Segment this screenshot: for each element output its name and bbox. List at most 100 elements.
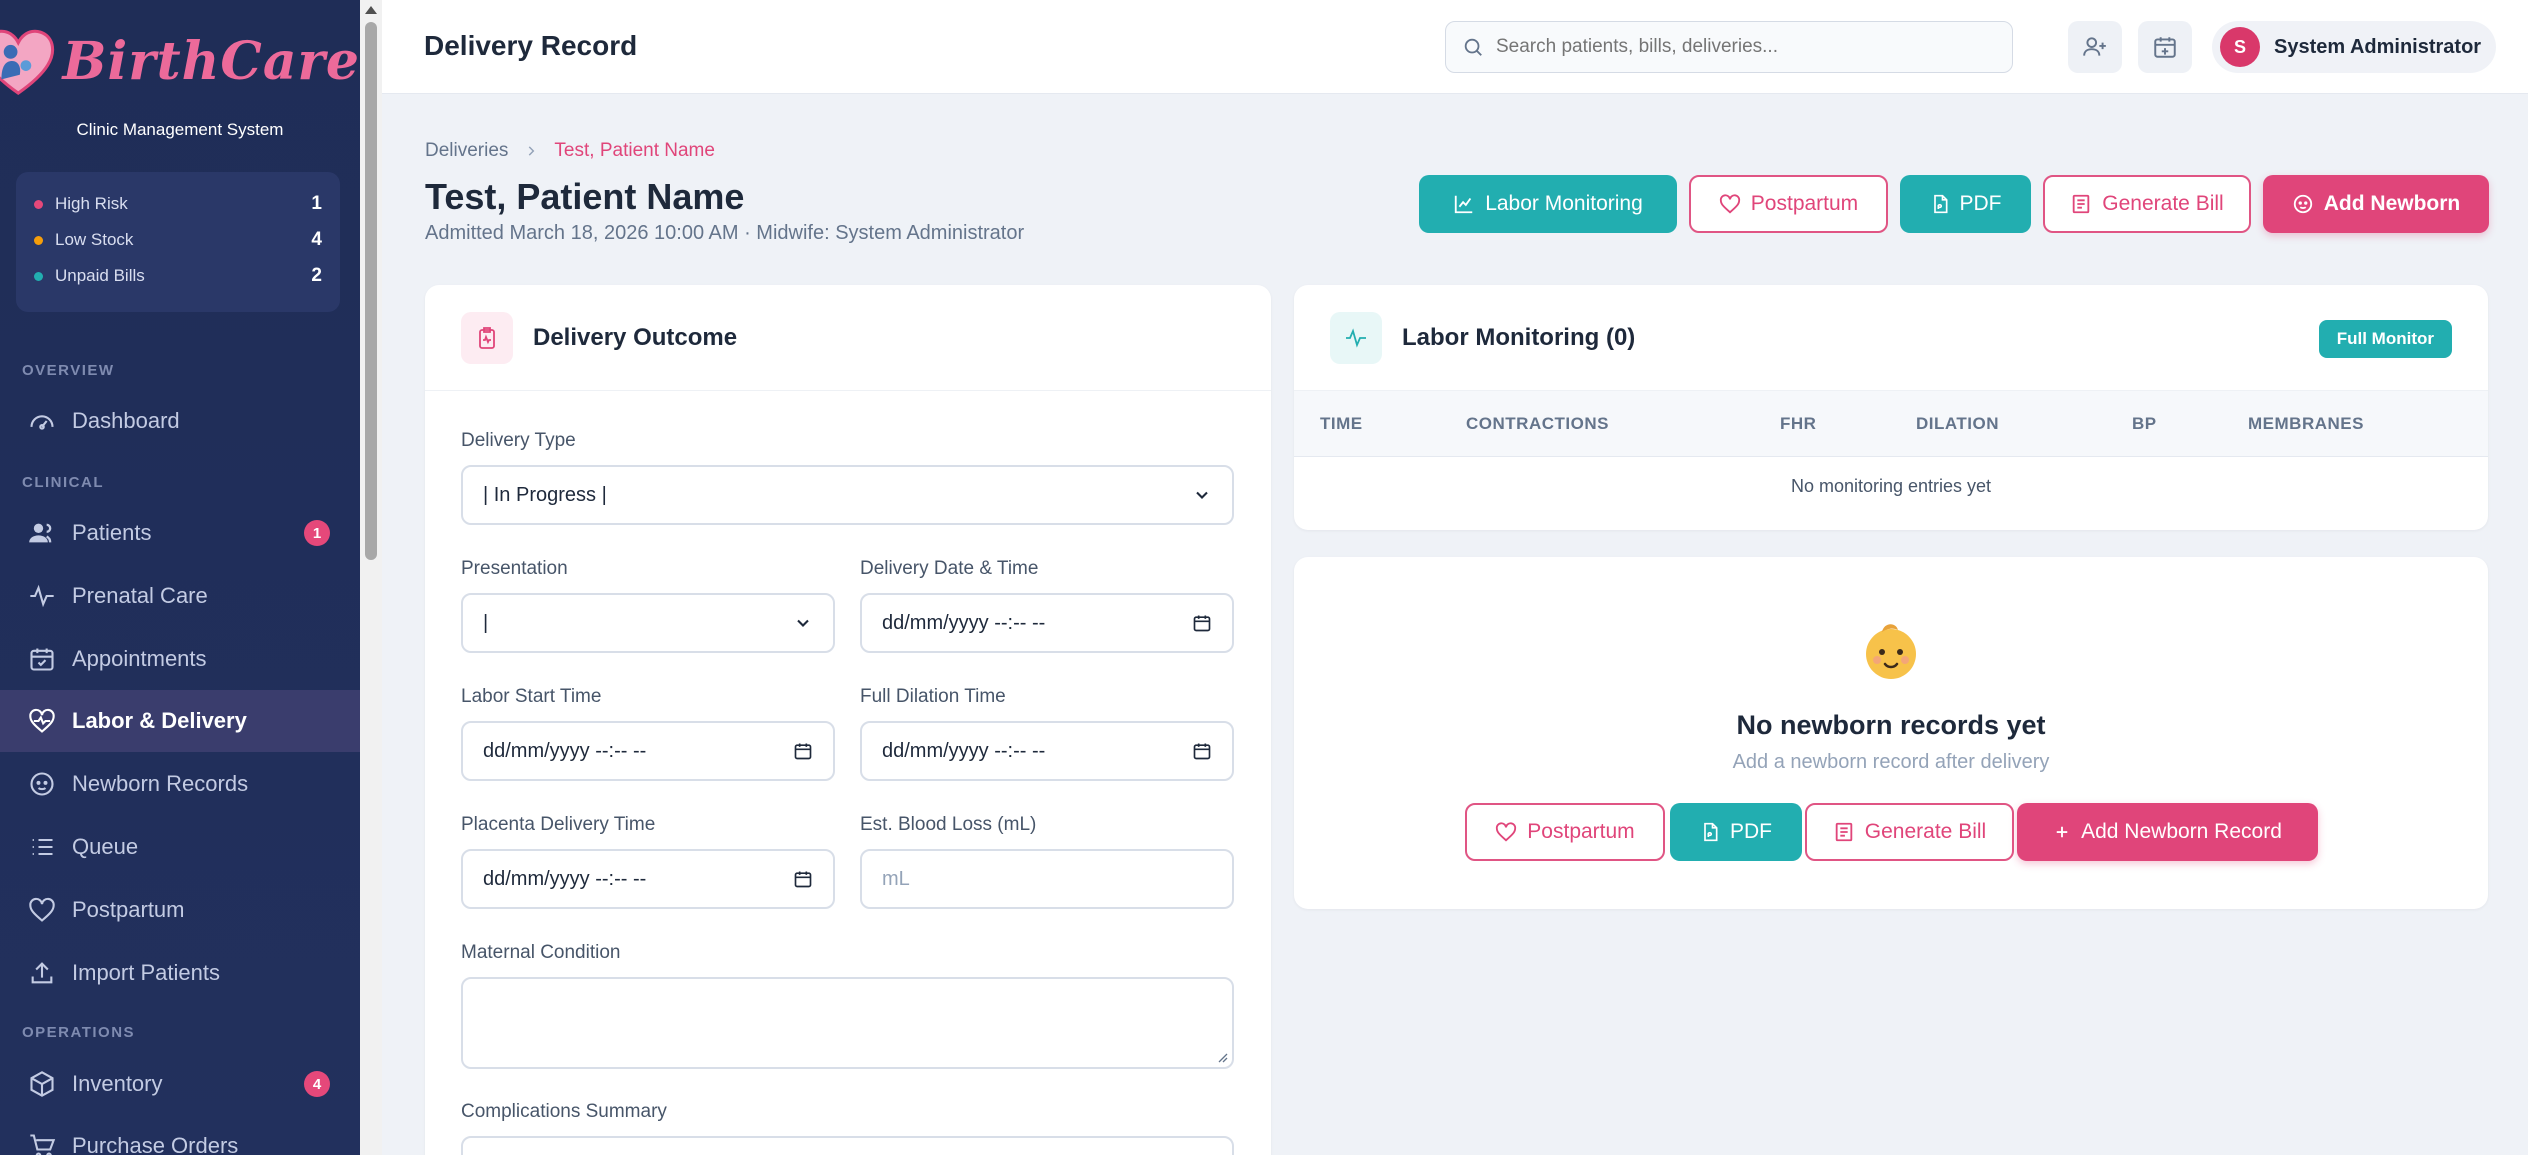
- breadcrumb-deliveries-link[interactable]: Deliveries: [425, 140, 508, 162]
- sidebar-item-appointments[interactable]: Appointments: [0, 628, 360, 690]
- table-header: TIME CONTRACTIONS FHR DILATION BP MEMBRA…: [1294, 391, 2488, 457]
- sidebar-item-labor-delivery[interactable]: Labor & Delivery: [0, 690, 360, 752]
- alert-unpaid-bills[interactable]: Unpaid Bills 2: [34, 258, 322, 294]
- generate-bill-button[interactable]: Generate Bill: [2043, 175, 2251, 233]
- sidebar-item-postpartum[interactable]: Postpartum: [0, 879, 360, 941]
- sidebar-item-purchase-orders[interactable]: Purchase Orders: [0, 1115, 360, 1155]
- scroll-thumb[interactable]: [365, 22, 377, 560]
- calendar-icon[interactable]: [793, 869, 813, 889]
- alert-count: 4: [311, 229, 322, 250]
- input-placeholder: mL: [882, 867, 910, 890]
- nav-section-clinical: CLINICAL: [22, 474, 104, 491]
- heart-icon: [29, 897, 55, 922]
- sidebar-scrollbar[interactable]: [360, 0, 382, 1155]
- placenta-delivery-input[interactable]: dd/mm/yyyy --:-- --: [461, 849, 835, 909]
- sidebar-item-label: Queue: [72, 834, 139, 859]
- add-patient-button[interactable]: [2068, 21, 2122, 73]
- labor-start-input[interactable]: dd/mm/yyyy --:-- --: [461, 721, 835, 781]
- newborn-pdf-button[interactable]: PDF: [1670, 803, 1802, 861]
- labor-start-label: Labor Start Time: [461, 686, 602, 707]
- list-icon: [32, 838, 53, 856]
- sidebar-item-label: Inventory: [72, 1071, 163, 1096]
- sidebar-item-label: Appointments: [72, 646, 207, 671]
- sidebar-item-prenatal-care[interactable]: Prenatal Care: [0, 565, 360, 627]
- sidebar-item-label: Dashboard: [72, 408, 180, 433]
- postpartum-button[interactable]: Postpartum: [1689, 175, 1888, 233]
- full-monitor-button[interactable]: Full Monitor: [2318, 320, 2452, 358]
- column-header: TIME: [1320, 414, 1363, 433]
- nav-section-operations: OPERATIONS: [22, 1024, 136, 1041]
- pdf-button[interactable]: PDF: [1900, 175, 2031, 233]
- sidebar-item-label: Import Patients: [72, 960, 220, 985]
- resize-handle-icon[interactable]: [1216, 1051, 1228, 1063]
- calendar-check-icon: [30, 648, 54, 671]
- select-value: | In Progress |: [483, 483, 607, 506]
- baby-face-icon: [30, 772, 54, 796]
- upload-icon: [31, 962, 53, 984]
- alert-high-risk[interactable]: High Risk 1: [34, 186, 322, 222]
- activity-icon: [1346, 327, 1366, 348]
- patient-admission-info: Admitted March 18, 2026 10:00 AM · Midwi…: [425, 222, 1025, 244]
- full-dilation-label: Full Dilation Time: [860, 686, 1006, 707]
- labor-monitoring-button[interactable]: Labor Monitoring: [1419, 175, 1677, 233]
- complications-textarea[interactable]: [461, 1136, 1234, 1155]
- breadcrumb: Deliveries Test, Patient Name: [425, 140, 715, 162]
- scroll-up-arrow-icon[interactable]: [360, 0, 382, 20]
- user-menu[interactable]: S System Administrator: [2212, 21, 2496, 73]
- blood-loss-label: Est. Blood Loss (mL): [860, 814, 1037, 835]
- clipboard-pulse-icon: [479, 326, 495, 349]
- card-icon-wrap: [461, 311, 513, 364]
- add-newborn-button[interactable]: Add Newborn: [2263, 175, 2489, 233]
- add-newborn-record-button[interactable]: Add Newborn Record: [2017, 803, 2318, 861]
- heart-icon: [1496, 822, 1517, 842]
- full-dilation-input[interactable]: dd/mm/yyyy --:-- --: [860, 721, 1234, 781]
- delivery-datetime-label: Delivery Date & Time: [860, 558, 1039, 579]
- newborn-empty-subtitle: Add a newborn record after delivery: [1732, 751, 2050, 773]
- brand-logo[interactable]: BirthCare Clinic Management System: [0, 0, 360, 150]
- card-header: Labor Monitoring (0) Full Monitor: [1294, 285, 2488, 391]
- baby-emoji-icon: [1866, 624, 1916, 679]
- sidebar-item-patients[interactable]: Patients 1: [0, 502, 360, 564]
- delivery-datetime-input[interactable]: dd/mm/yyyy --:-- --: [860, 593, 1234, 653]
- calendar-icon[interactable]: [793, 741, 813, 761]
- calendar-icon[interactable]: [1192, 741, 1212, 761]
- status-dot: [34, 271, 43, 281]
- heart-logo-icon: [0, 29, 55, 95]
- search-input[interactable]: [1496, 36, 1996, 58]
- sidebar-item-queue[interactable]: Queue: [0, 816, 360, 878]
- button-label: Labor Monitoring: [1485, 192, 1643, 215]
- delivery-type-select[interactable]: | In Progress |: [461, 465, 1234, 525]
- datetime-placeholder: dd/mm/yyyy --:-- --: [882, 739, 1046, 762]
- button-label: PDF: [1959, 192, 2002, 215]
- notification-badge: 4: [304, 1071, 330, 1097]
- notification-badge: 1: [304, 520, 330, 546]
- alert-label: Unpaid Bills: [55, 266, 145, 285]
- sidebar-item-newborn-records[interactable]: Newborn Records: [0, 753, 360, 815]
- file-pdf-icon: [1704, 822, 1718, 842]
- newborn-postpartum-button[interactable]: Postpartum: [1465, 803, 1665, 861]
- sidebar-item-import-patients[interactable]: Import Patients: [0, 942, 360, 1004]
- patient-name-heading: Test, Patient Name: [425, 176, 745, 217]
- column-header: CONTRACTIONS: [1466, 414, 1609, 433]
- search-box[interactable]: [1445, 21, 2013, 73]
- sidebar-item-label: Patients: [72, 520, 152, 545]
- gauge-icon: [30, 415, 54, 430]
- new-appointment-button[interactable]: [2138, 21, 2192, 73]
- newborn-generate-bill-button[interactable]: Generate Bill: [1805, 803, 2014, 861]
- card-icon-wrap: [1330, 311, 1382, 364]
- sidebar-item-dashboard[interactable]: Dashboard: [0, 390, 360, 452]
- calendar-icon[interactable]: [1192, 613, 1212, 633]
- maternal-condition-textarea[interactable]: [461, 977, 1234, 1069]
- button-label: PDF: [1730, 820, 1772, 843]
- blood-loss-input[interactable]: mL: [860, 849, 1234, 909]
- status-dot: [34, 235, 43, 245]
- breadcrumb-current: Test, Patient Name: [554, 140, 715, 161]
- sidebar-item-label: Prenatal Care: [72, 583, 208, 608]
- button-label: Postpartum: [1750, 192, 1859, 215]
- button-label: Add Newborn Record: [2081, 820, 2282, 843]
- empty-state-row: No monitoring entries yet: [1790, 475, 1992, 496]
- presentation-select[interactable]: |: [461, 593, 835, 653]
- sidebar-item-inventory[interactable]: Inventory 4: [0, 1053, 360, 1115]
- alert-low-stock[interactable]: Low Stock 4: [34, 222, 322, 258]
- brand-subtitle: Clinic Management System: [76, 120, 284, 139]
